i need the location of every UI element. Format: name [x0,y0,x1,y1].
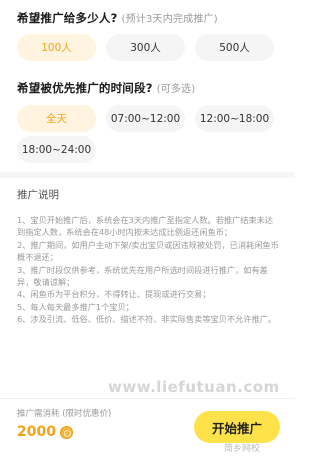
count-option-500[interactable]: 500人 [195,34,274,61]
description-item: 6、涉及引流、低俗、低价、描述不符、非实际售卖等宝贝不允许推广。 [17,314,277,325]
description-item: 1、宝贝开始推广后，系统会在3天内推广至指定人数。若推广结束未达到指定人数，系统… [17,215,274,238]
description-item: 4、闲鱼币为平台积分，不得转让、提现或进行交易； [17,289,211,300]
count-option-300[interactable]: 300人 [106,34,185,61]
section-divider [0,172,295,178]
description-item: 3、推广时段仅供参考，系统优先在用户所选时间段进行推广，如有差异，敬请谅解； [17,264,268,288]
description-title: 推广说明 [17,189,59,201]
count-section-title: 希望推广给多少人? (预计3天内完成推广) [17,10,218,26]
time-option-evening[interactable]: 18:00~24:00 [17,136,96,163]
time-option-afternoon[interactable]: 12:00~18:00 [195,105,274,132]
count-question-text: 希望推广给多少人? [17,11,118,25]
cost-amount: 2000 [17,424,56,440]
description-item: 5、每人每天最多推广1个宝贝； [17,301,134,312]
description-body: 1、宝贝开始推广后，系统会在3天内推广至指定人数。若推广结束未达到指定人数，系统… [17,214,280,326]
time-option-morning[interactable]: 07:00~12:00 [106,105,185,132]
cost-value: 2000 [17,424,73,440]
cost-label: 推广需消耗 (限时优惠价) [17,409,112,419]
time-hint: (可多选) [156,84,196,95]
time-question-text: 希望被优先推广的时间段? [17,81,153,95]
count-hint: (预计3天内完成推广) [121,14,218,25]
count-option-100[interactable]: 100人 [17,34,96,61]
start-promotion-button[interactable]: 开始推广 [194,411,280,443]
time-section-title: 希望被优先推广的时间段? (可多选) [17,80,195,96]
description-item: 2、推广期间，如用户主动下架/卖出宝贝或因违规被处罚，已消耗闲鱼币概不退还； [17,239,279,263]
footer-divider [0,398,295,399]
logo-text: 简乡网校 [224,444,261,454]
coin-icon [59,425,73,439]
watermark: www.liefutuan.com [108,378,280,396]
time-option-all-day[interactable]: 全天 [17,105,96,132]
